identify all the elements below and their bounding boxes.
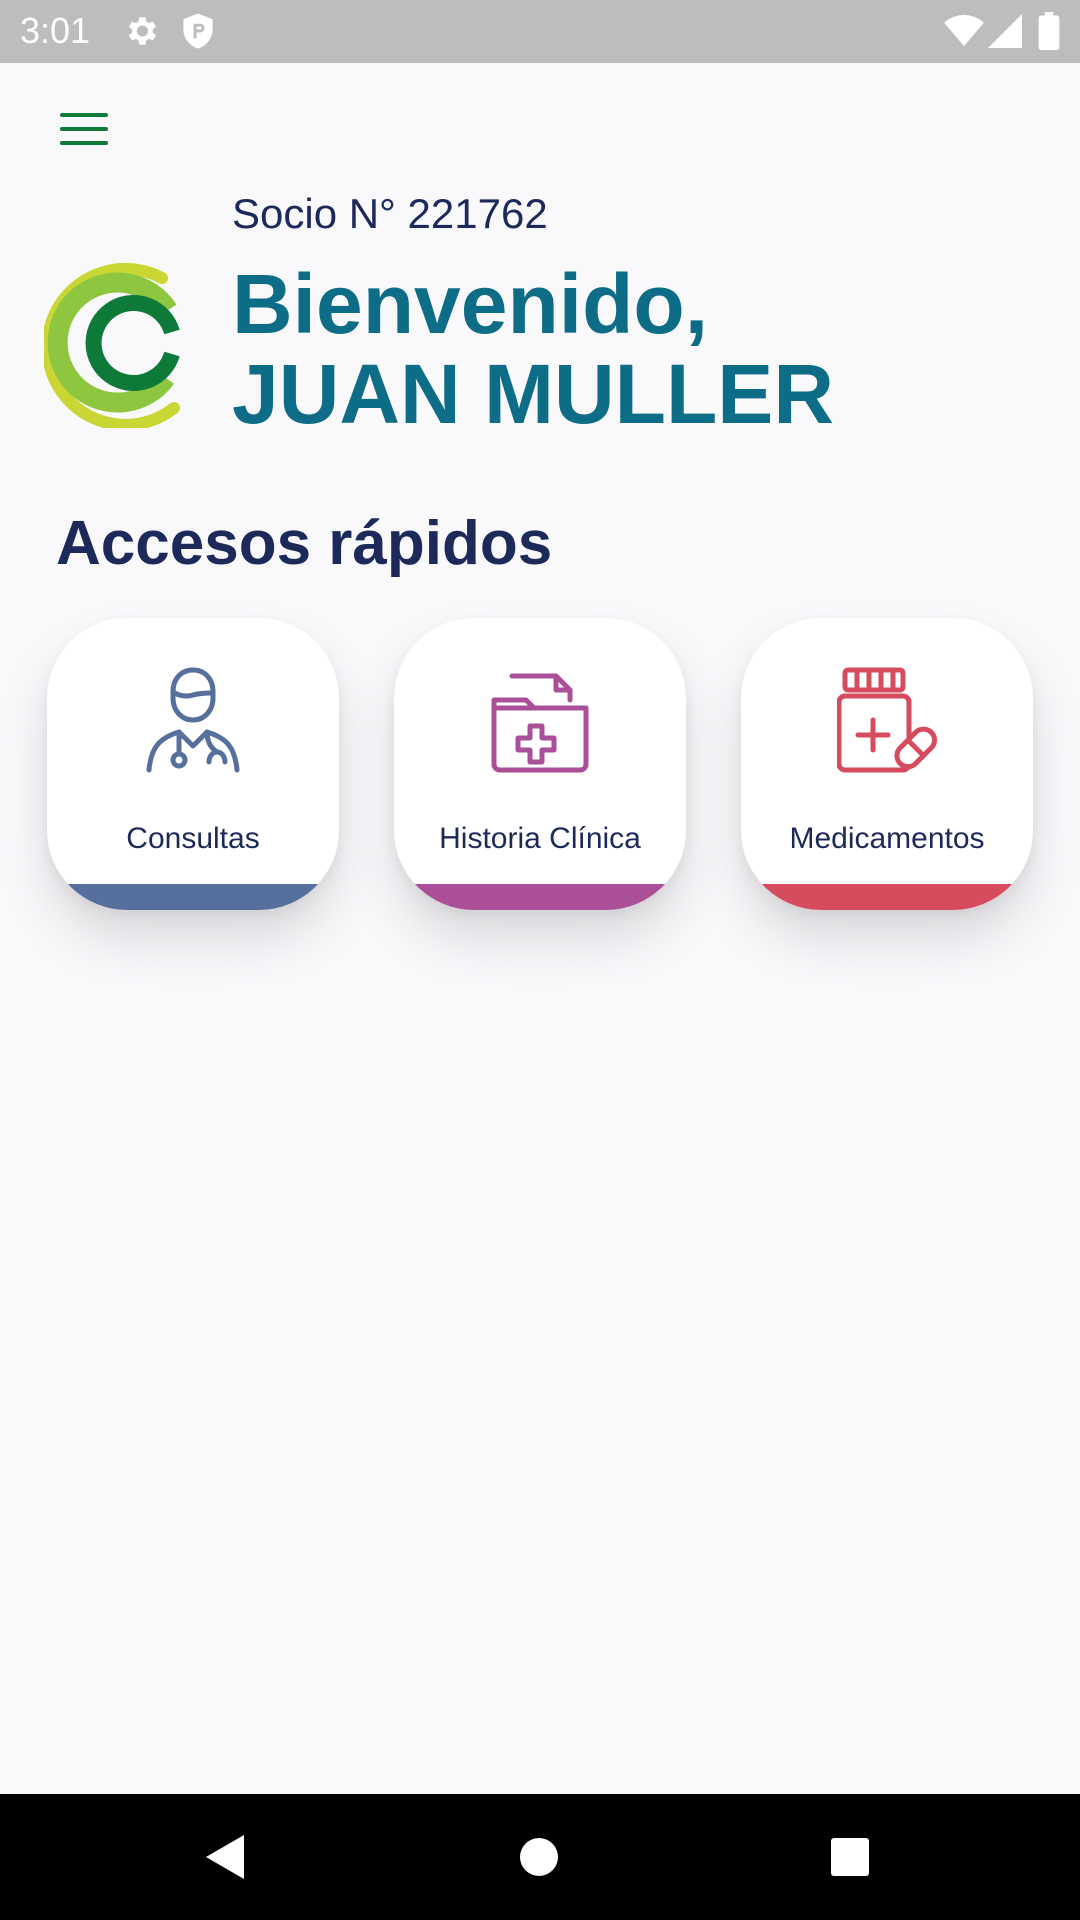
card-accent-bar <box>47 884 339 910</box>
hamburger-menu-icon[interactable] <box>50 105 120 155</box>
welcome-text: Bienvenido, <box>232 257 709 351</box>
card-label: Historia Clínica <box>439 822 641 855</box>
shield-icon <box>180 12 216 55</box>
medicine-bottle-icon <box>836 666 937 778</box>
user-name: JUAN MULLER <box>232 347 834 441</box>
recents-icon[interactable] <box>820 1827 880 1887</box>
quick-access-historia-clinica[interactable]: Historia Clínica <box>394 618 686 910</box>
card-accent-bar <box>394 884 686 910</box>
wifi-icon <box>944 14 984 53</box>
back-icon[interactable] <box>196 1827 256 1887</box>
system-nav-bar <box>0 1794 1080 1920</box>
card-label: Medicamentos <box>789 822 985 855</box>
quick-access-title: Accesos rápidos <box>56 509 553 578</box>
quick-access-medicamentos[interactable]: Medicamentos <box>741 618 1033 910</box>
card-label: Consultas <box>126 822 260 855</box>
signal-icon <box>988 14 1022 53</box>
status-time: 3:01 <box>20 10 91 51</box>
quick-access-consultas[interactable]: Consultas <box>47 618 339 910</box>
app-logo <box>41 258 184 431</box>
card-accent-bar <box>741 884 1033 910</box>
battery-icon <box>1038 12 1060 55</box>
status-bar: 3:01 <box>0 0 1080 63</box>
doctor-icon <box>143 666 243 778</box>
home-icon[interactable] <box>509 1827 569 1887</box>
member-number: Socio N° 221762 <box>232 190 548 237</box>
medical-folder-icon <box>490 666 590 778</box>
settings-icon <box>122 12 160 55</box>
